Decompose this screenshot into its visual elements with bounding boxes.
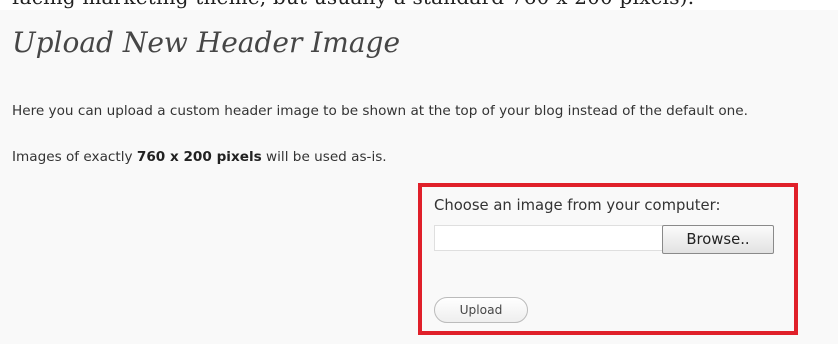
size-note-suffix: will be used as-is. — [261, 149, 387, 165]
size-note: Images of exactly 760 x 200 pixels will … — [12, 149, 387, 165]
page-title: Upload New Header Image — [12, 26, 401, 59]
upload-button[interactable]: Upload — [434, 297, 528, 323]
size-note-prefix: Images of exactly — [12, 149, 137, 165]
choose-image-label: Choose an image from your computer: — [434, 197, 721, 214]
browse-button[interactable]: Browse.. — [662, 225, 774, 254]
cropped-text-line: facing marketing theme, but usually a st… — [0, 0, 838, 10]
intro-text: Here you can upload a custom header imag… — [12, 103, 748, 119]
size-note-dimensions: 760 x 200 pixels — [136, 149, 262, 165]
custom-header-page: Upload New Header Image Here you can upl… — [0, 10, 838, 344]
cropped-text: facing marketing theme, but usually a st… — [12, 0, 694, 9]
file-path-field[interactable] — [434, 225, 663, 251]
upload-form-highlight: Choose an image from your computer: Brow… — [418, 183, 798, 335]
